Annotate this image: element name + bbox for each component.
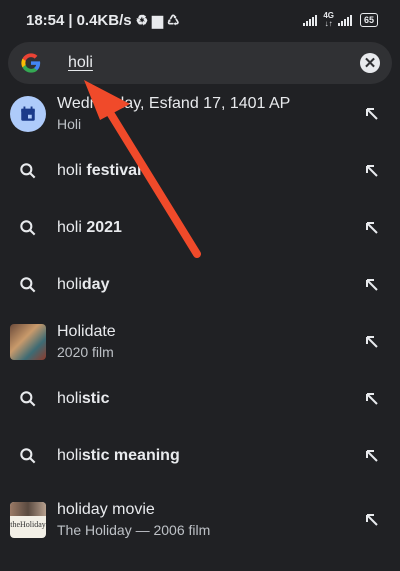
search-icon: [10, 381, 46, 417]
fill-query-arrow-icon[interactable]: [360, 277, 384, 293]
suggestion-item[interactable]: holi 2021: [0, 199, 400, 256]
search-icon: [10, 438, 46, 474]
movie-poster-thumbnail: [10, 323, 46, 360]
suggestion-title: holiday movie: [57, 501, 155, 518]
network-activity: ↓↑: [324, 19, 333, 28]
suggestion-item[interactable]: holiday: [0, 256, 400, 313]
close-icon: ✕: [363, 55, 377, 72]
suggestion-item[interactable]: holi festival: [0, 142, 400, 199]
fill-query-arrow-icon[interactable]: [360, 512, 384, 528]
fill-query-arrow-icon[interactable]: [360, 163, 384, 179]
status-time: 18:54: [26, 11, 65, 29]
chat-icon: ▆: [152, 12, 163, 28]
suggestion-title: holi 2021: [57, 218, 122, 236]
suggestion-item[interactable]: Wednesday, Esfand 17, 1401 AP Holi: [0, 85, 400, 142]
suggestion-subtitle: 2020 film: [57, 344, 114, 360]
suggestion-item[interactable]: Holidate 2020 film: [0, 313, 400, 370]
status-right: 4G ↓↑ 65: [303, 12, 378, 28]
suggestion-subtitle: The Holiday — 2006 film: [57, 522, 211, 538]
status-bar: 18:54 | 0.4KB/s ♻ ▆ ♺ 4G ↓↑ 65: [0, 0, 400, 40]
suggestion-title: Holidate: [57, 323, 116, 340]
battery-level: 65: [359, 13, 378, 27]
suggestion-item[interactable]: theHoliday holiday movie The Holiday — 2…: [0, 491, 400, 548]
signal-icon-2: [337, 14, 352, 26]
signal-icon: [303, 14, 318, 26]
poster-text: theHoliday: [10, 519, 46, 529]
status-left: 18:54 | 0.4KB/s ♻ ▆ ♺: [26, 12, 180, 29]
google-logo-icon: [21, 53, 41, 73]
suggestion-title: Wednesday, Esfand 17, 1401 AP: [57, 95, 291, 112]
fill-query-arrow-icon[interactable]: [360, 448, 384, 464]
search-icon: [10, 153, 46, 189]
fill-query-arrow-icon[interactable]: [360, 334, 384, 350]
search-icon: [10, 210, 46, 246]
calendar-icon: [10, 95, 46, 132]
search-input[interactable]: holi: [68, 54, 360, 72]
search-bar[interactable]: holi ✕: [8, 42, 392, 84]
fill-query-arrow-icon[interactable]: [360, 106, 384, 122]
search-icon: [10, 267, 46, 303]
movie-poster-thumbnail: theHoliday: [10, 501, 46, 538]
suggestion-item[interactable]: holistic meaning: [0, 427, 400, 484]
clear-search-button[interactable]: ✕: [360, 53, 380, 73]
suggestion-subtitle: Holi: [57, 116, 82, 132]
suggestion-title: holistic: [57, 389, 110, 407]
suggestion-title: holi festival: [57, 161, 142, 179]
fill-query-arrow-icon[interactable]: [360, 391, 384, 407]
fill-query-arrow-icon[interactable]: [360, 220, 384, 236]
suggestion-item[interactable]: holistic: [0, 370, 400, 427]
network-indicator: 4G ↓↑: [323, 12, 334, 28]
status-separator: |: [68, 11, 73, 29]
suggestion-title: holiday: [57, 275, 110, 293]
suggestion-title: holistic meaning: [57, 446, 180, 464]
recycle-icon: ♺: [166, 12, 180, 28]
sync-icon: ♻: [135, 12, 149, 28]
status-speed: 0.4KB/s: [76, 11, 132, 29]
